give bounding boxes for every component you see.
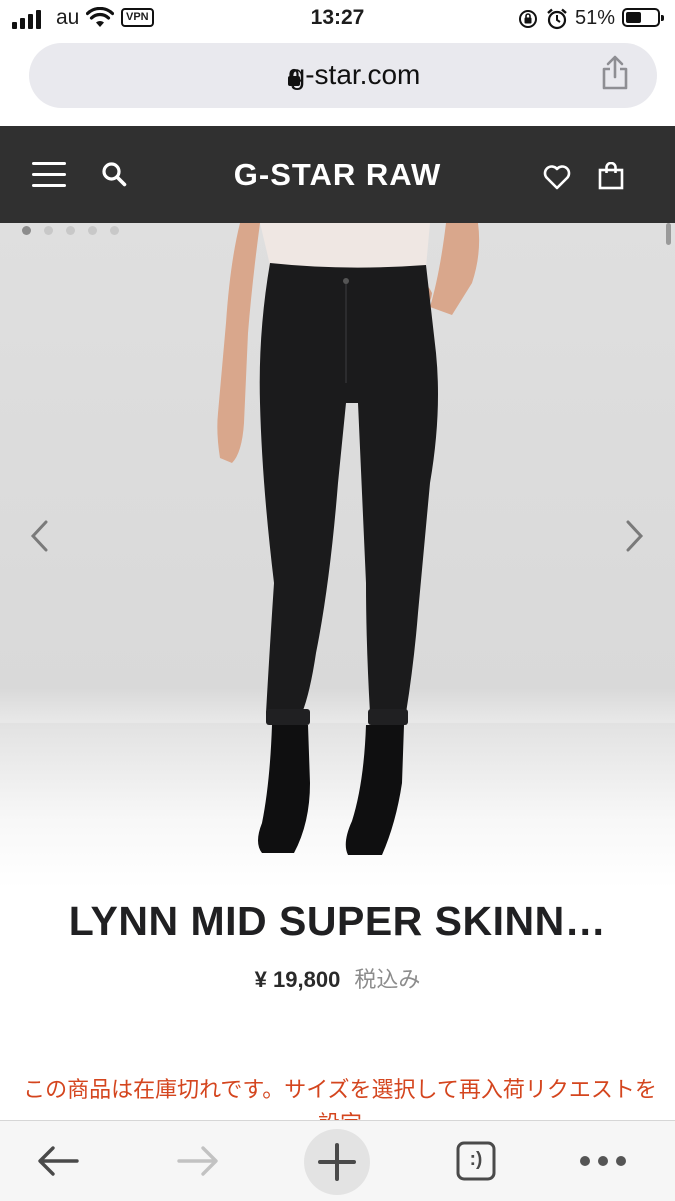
product-gallery[interactable]: [0, 223, 675, 888]
product-title: LYNN MID SUPER SKINN…: [68, 898, 607, 944]
battery-fill: [626, 12, 641, 23]
tabs-label: :): [469, 1149, 483, 1170]
more-icon[interactable]: [580, 1156, 626, 1166]
alarm-icon: [547, 8, 567, 30]
chevron-left-icon[interactable]: [28, 519, 50, 553]
product-price: ¥ 19,800 税込み: [0, 962, 675, 994]
brand-logo[interactable]: G-STAR RAW: [0, 157, 675, 193]
clock: 13:27: [310, 6, 365, 29]
forward-arrow-icon[interactable]: [175, 1143, 221, 1179]
heart-icon[interactable]: [543, 164, 571, 190]
slide-dot[interactable]: [22, 226, 31, 235]
rotation-lock-icon: [519, 10, 537, 28]
bag-icon[interactable]: [598, 162, 624, 190]
back-arrow-icon[interactable]: [35, 1143, 81, 1179]
tabs-button[interactable]: :): [455, 1140, 497, 1182]
chevron-right-icon[interactable]: [624, 519, 646, 553]
slide-indicator: [22, 226, 119, 235]
battery-percent: 51%: [575, 7, 616, 29]
new-tab-button[interactable]: [304, 1129, 370, 1195]
tax-note: 税込み: [354, 967, 421, 992]
address-bar[interactable]: g-star.com: [29, 43, 657, 108]
slide-dot[interactable]: [66, 226, 75, 235]
slide-dot[interactable]: [44, 226, 53, 235]
site-header: G-STAR RAW: [0, 126, 675, 223]
battery-icon: [622, 8, 664, 27]
share-icon[interactable]: [601, 55, 629, 91]
slide-dot[interactable]: [110, 226, 119, 235]
status-bar: au VPN 13:27 51%: [0, 0, 675, 38]
page-scrollbar: [666, 223, 671, 245]
url-domain: g-star.com: [289, 59, 421, 90]
plus-icon: [318, 1143, 356, 1181]
slide-dot[interactable]: [88, 226, 97, 235]
product-photo: [217, 223, 480, 855]
price-amount: ¥ 19,800: [254, 967, 341, 992]
browser-toolbar: :): [0, 1120, 675, 1201]
